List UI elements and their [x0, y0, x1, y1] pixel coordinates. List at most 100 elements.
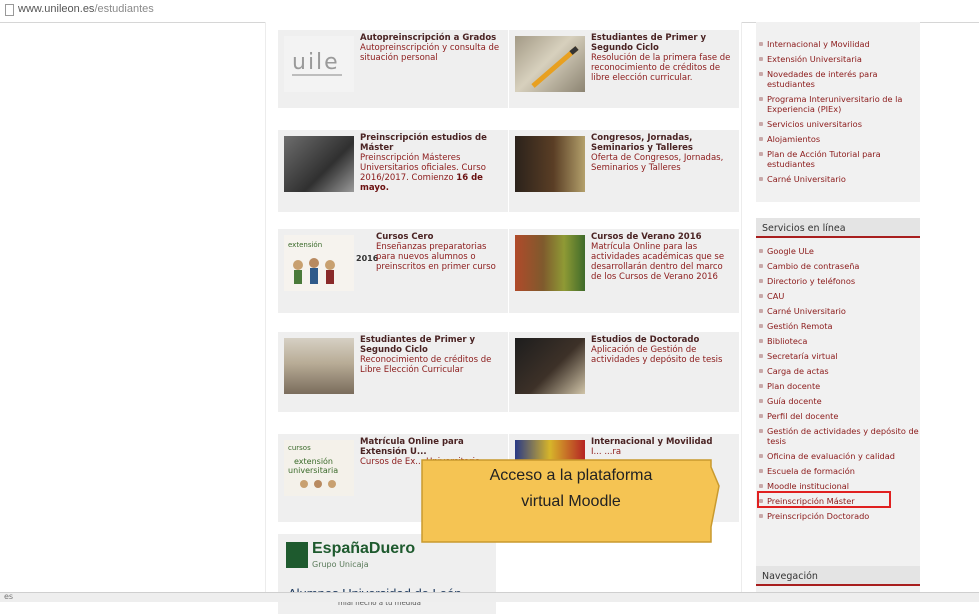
servicios-item[interactable]: Escuela de formación: [758, 466, 924, 476]
servicios-item-label: Gestión de actividades y depósito de tes…: [767, 426, 919, 446]
servicios-item[interactable]: Secretaría virtual: [758, 351, 924, 361]
svg-text:universitaria: universitaria: [288, 466, 338, 475]
card-title: Congresos, Jornadas, Seminarios y Taller…: [591, 133, 693, 153]
servicios-item-label: Preinscripción Doctorado: [767, 511, 870, 521]
servicios-item[interactable]: Directorio y teléfonos: [758, 276, 924, 286]
doctorado-thumbnail: [515, 338, 585, 394]
card-cursos-verano[interactable]: Cursos de Verano 2016 Matrícula Online p…: [509, 229, 739, 313]
moodle-highlight-box: [757, 491, 891, 508]
sidebar-top-item-label: Extensión Universitaria: [767, 54, 862, 64]
sponsor-sub: Grupo Unicaja: [312, 560, 369, 569]
cursos-cero-thumbnail: extensión: [284, 235, 354, 291]
servicios-item-label: Secretaría virtual: [767, 351, 838, 361]
card-doctorado[interactable]: Estudios de Doctorado Aplicación de Gest…: [509, 332, 739, 412]
servicios-item[interactable]: Carga de actas: [758, 366, 924, 376]
sidebar-top-item-label: Servicios universitarios: [767, 119, 862, 129]
servicios-item[interactable]: Carné Universitario: [758, 306, 924, 316]
url-text[interactable]: www.unileon.es/estudiantes: [18, 3, 154, 15]
servicios-item-label: Moodle institucional: [767, 481, 850, 491]
sidebar-top-item[interactable]: Alojamientos: [758, 134, 924, 144]
servicios-item[interactable]: Moodle institucional: [758, 481, 924, 491]
servicios-item-label: Escuela de formación: [767, 466, 855, 476]
servicios-item[interactable]: Biblioteca: [758, 336, 924, 346]
sidebar-top-item-label: Internacional y Movilidad: [767, 39, 870, 49]
sidebar-top-item-label: Novedades de interés para estudiantes: [767, 69, 878, 89]
servicios-item-label: Oficina de evaluación y calidad: [767, 451, 895, 461]
servicios-item[interactable]: CAU: [758, 291, 924, 301]
svg-text:cursos: cursos: [288, 444, 311, 452]
sidebar-top-item[interactable]: Internacional y Movilidad: [758, 39, 924, 49]
card-title: Internacional y Movilidad: [591, 437, 713, 447]
uile-logo-icon: uile: [292, 50, 342, 76]
card-congresos[interactable]: Congresos, Jornadas, Seminarios y Taller…: [509, 130, 739, 212]
sidebar-top-item[interactable]: Carné Universitario: [758, 174, 924, 184]
card-title: Estudiantes de Primer y Segundo Ciclo: [360, 335, 476, 355]
servicios-item[interactable]: Perfil del docente: [758, 411, 924, 421]
card-title: Estudiantes de Primer y Segundo Ciclo: [591, 33, 707, 53]
servicios-item[interactable]: Plan docente: [758, 381, 924, 391]
moodle-callout: Acceso a la plataforma virtual Moodle: [421, 459, 721, 543]
sponsor-banner[interactable]: EspañaDuero Grupo Unicaja Alumnos Univer…: [278, 534, 496, 614]
navegacion-header: Navegación: [756, 566, 920, 586]
servicios-item[interactable]: Oficina de evaluación y calidad: [758, 451, 924, 461]
servicios-item-label: Cambio de contraseña: [767, 261, 860, 271]
url-path: /estudiantes: [94, 3, 154, 15]
tablet-thumbnail: [284, 136, 354, 192]
card-primer-segundo-ciclo-2[interactable]: Estudiantes de Primer y Segundo Ciclo Re…: [278, 332, 508, 412]
servicios-item[interactable]: Gestión de actividades y depósito de tes…: [758, 426, 924, 446]
card-preinscripcion-master[interactable]: Preinscripción estudios de Máster Preins…: [278, 130, 508, 212]
card-desc: Reconocimiento de créditos de Libre Elec…: [360, 355, 492, 375]
card-title: Preinscripción estudios de Máster: [360, 133, 487, 153]
servicios-item[interactable]: Gestión Remota: [758, 321, 924, 331]
pencil-icon: [531, 46, 579, 88]
card-title: Autopreinscripción a Grados: [360, 33, 497, 43]
servicios-title: Servicios en línea: [762, 223, 846, 234]
sidebar-top-item[interactable]: Extensión Universitaria: [758, 54, 924, 64]
uile-logo-thumbnail: uile: [284, 36, 354, 92]
servicios-item[interactable]: Cambio de contraseña: [758, 261, 924, 271]
sidebar-top-item-label: Carné Universitario: [767, 174, 846, 184]
students-group-icon: extensión: [288, 241, 335, 284]
sidebar-top-item[interactable]: Servicios universitarios: [758, 119, 924, 129]
card-desc: Aplicación de Gestión de actividades y d…: [591, 345, 723, 365]
sidebar-top-item[interactable]: Plan de Acción Tutorial para estudiantes: [758, 149, 924, 169]
sidebar-top-item[interactable]: Programa Interuniversitario de la Experi…: [758, 94, 924, 114]
card-desc: Enseñanzas preparatorias para nuevos alu…: [376, 242, 496, 272]
servicios-item-label: Perfil del docente: [767, 411, 839, 421]
card-desc: Oferta de Congresos, Jornadas, Seminario…: [591, 153, 724, 173]
page-icon: [5, 4, 14, 16]
servicios-item-label: Directorio y teléfonos: [767, 276, 856, 286]
servicios-item[interactable]: Guía docente: [758, 396, 924, 406]
servicios-item[interactable]: Google ULe: [758, 246, 924, 256]
card-title: Estudios de Doctorado: [591, 335, 700, 345]
servicios-item-label: Google ULe: [767, 246, 814, 256]
servicios-item-label: Carné Universitario: [767, 306, 846, 316]
card-desc: Preinscripción Másteres Universitarios o…: [360, 153, 502, 193]
card-desc: Resolución de la primera fase de reconoc…: [591, 53, 731, 83]
sponsor-brand: EspañaDuero: [312, 540, 416, 557]
servicios-list: Google ULe Cambio de contraseña Directorio…: [758, 246, 924, 526]
extension-logo-icon: cursos extensión universitaria: [288, 444, 338, 488]
card-title: Matrícula Online para Extensión U...: [360, 437, 464, 457]
servicios-item-label: Carga de actas: [767, 366, 829, 376]
callout-line2: virtual Moodle: [521, 493, 621, 510]
svg-text:uile: uile: [292, 50, 340, 75]
svg-text:extensión: extensión: [288, 241, 322, 249]
card-autopreinscripcion[interactable]: uile Autopreinscripción a Grados Autopre…: [278, 30, 508, 108]
card-desc: Matrícula Online para las actividades ac…: [591, 242, 725, 282]
status-text: es: [4, 592, 14, 601]
servicios-header: Servicios en línea: [756, 218, 920, 238]
card-primer-segundo-ciclo-1[interactable]: Estudiantes de Primer y Segundo Ciclo Re…: [509, 30, 739, 108]
url-bar[interactable]: www.unileon.es/estudiantes: [0, 0, 979, 23]
sidebar-top-item-label: Alojamientos: [767, 134, 821, 144]
servicios-item[interactable]: Preinscripción Doctorado: [758, 511, 924, 521]
navegacion-title: Navegación: [762, 571, 818, 582]
sidebar-top-item-label: Programa Interuniversitario de la Experi…: [767, 94, 903, 114]
card-cursos-cero[interactable]: extensión 2016 Cursos Cero Enseñanzas pr…: [278, 229, 508, 313]
svg-text:extensión: extensión: [294, 456, 333, 466]
servicios-item-label: Biblioteca: [767, 336, 808, 346]
classroom-thumbnail: [284, 338, 354, 394]
sidebar-top-item[interactable]: Novedades de interés para estudiantes: [758, 69, 924, 89]
servicios-item-label: Guía docente: [767, 396, 822, 406]
servicios-item-label: Gestión Remota: [767, 321, 833, 331]
